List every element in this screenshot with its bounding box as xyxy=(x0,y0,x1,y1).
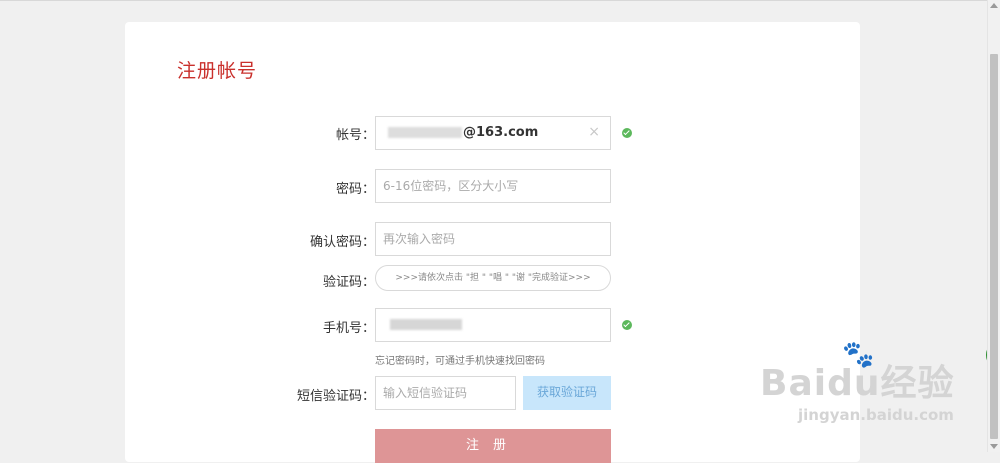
password-field[interactable] xyxy=(375,169,611,203)
account-email-suffix: @163.com xyxy=(463,125,539,140)
phone-field[interactable] xyxy=(375,308,611,342)
account-label: 帐号： xyxy=(335,128,375,143)
sms-code-input[interactable] xyxy=(376,377,515,409)
baidu-jingyan-watermark: 🐾 Baidu经验 jingyan.baidu.com xyxy=(760,340,990,435)
password-label: 密码： xyxy=(335,182,375,197)
password-input[interactable] xyxy=(376,170,610,202)
account-masked-value xyxy=(388,127,462,138)
phone-masked-value xyxy=(390,319,462,330)
account-field[interactable]: @163.com × xyxy=(375,116,611,150)
scroll-down-arrow-icon[interactable] xyxy=(990,444,998,449)
clear-icon[interactable]: × xyxy=(588,124,600,140)
phone-hint: 忘记密码时，可通过手机快速找回密码 xyxy=(375,356,545,367)
confirm-password-field[interactable] xyxy=(375,222,611,256)
phone-valid-check-icon xyxy=(622,320,632,330)
sms-code-field[interactable] xyxy=(375,376,516,410)
sms-code-label: 短信验证码： xyxy=(296,389,375,404)
watermark-sub-text: jingyan.baidu.com xyxy=(798,406,954,424)
captcha-label: 验证码： xyxy=(322,275,375,290)
register-button[interactable]: 注册 xyxy=(375,429,611,463)
get-sms-code-button[interactable]: 获取验证码 xyxy=(523,376,611,410)
page-title: 注册帐号 xyxy=(177,60,258,82)
phone-label: 手机号： xyxy=(322,321,375,336)
vertical-scrollbar[interactable] xyxy=(987,0,1000,452)
scrollbar-thumb[interactable] xyxy=(990,54,998,439)
confirm-password-label: 确认密码： xyxy=(309,235,375,250)
watermark-main-text: Baidu经验 xyxy=(760,363,955,404)
account-valid-check-icon xyxy=(622,128,632,138)
confirm-password-input[interactable] xyxy=(376,223,610,255)
click-captcha[interactable]: >>>请依次点击 "担 " "唱 " "谢 "完成验证>>> xyxy=(375,265,611,291)
register-card: 注册帐号 帐号： @163.com × 密码： 确认密码： 验证码： >>>请依… xyxy=(125,22,860,463)
scroll-up-arrow-icon[interactable] xyxy=(990,3,998,8)
browser-top-edge xyxy=(0,0,1000,1)
